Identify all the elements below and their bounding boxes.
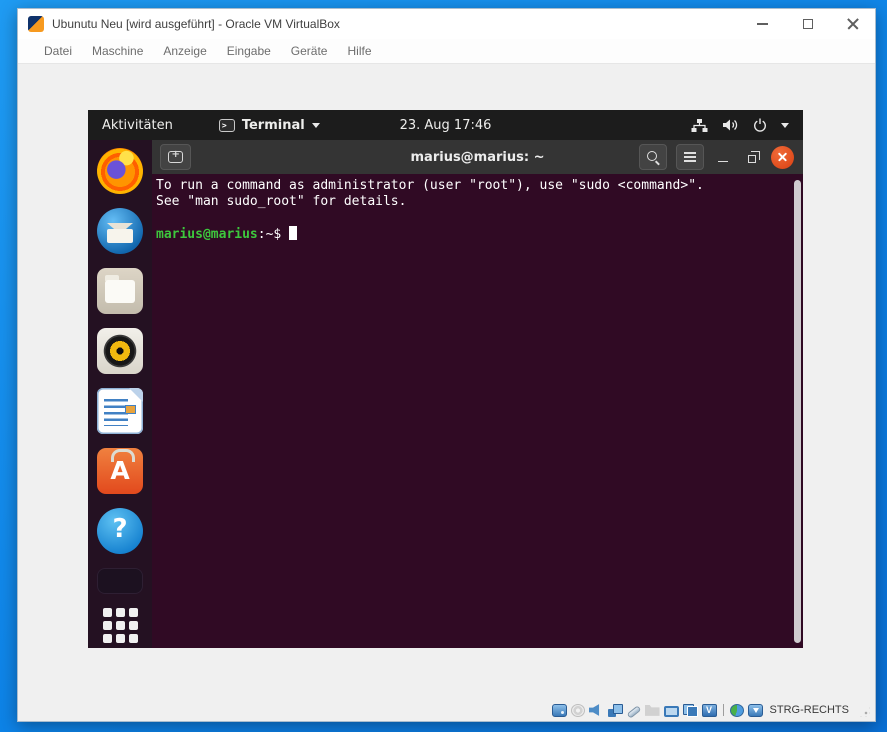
host-maximize-button[interactable] (785, 9, 830, 39)
chevron-down-icon (312, 123, 320, 128)
search-icon (647, 151, 660, 164)
new-tab-button[interactable] (160, 144, 191, 170)
minimize-icon (757, 23, 768, 25)
menu-maschine[interactable]: Maschine (82, 44, 153, 58)
terminal-prompt-line: marius@marius:~$ (156, 226, 789, 243)
dock-item-libreoffice-writer[interactable] (97, 388, 143, 434)
resize-grip[interactable] (859, 706, 870, 717)
menu-geraete[interactable]: Geräte (281, 44, 338, 58)
host-desktop-background: Ubunutu Neu [wird ausgeführt] - Oracle V… (0, 0, 887, 732)
mouse-integration-icon[interactable] (730, 704, 744, 717)
recording-icon[interactable] (683, 704, 698, 717)
new-tab-icon (168, 151, 183, 163)
host-statusbar: STRG-RECHTS (18, 699, 875, 721)
host-window-title: Ubunutu Neu [wird ausgeführt] - Oracle V… (52, 17, 340, 31)
close-icon (847, 18, 859, 30)
volume-icon (722, 118, 739, 132)
network-adapter-icon[interactable] (608, 704, 623, 717)
terminal-title: marius@marius: ~ (411, 150, 545, 165)
dock-item-hidden-app[interactable] (97, 568, 143, 594)
prompt-user-host: marius@marius (156, 227, 258, 242)
prompt-symbol: $ (273, 227, 281, 242)
terminal-search-button[interactable] (639, 144, 667, 170)
host-close-button[interactable] (830, 9, 875, 39)
vm-display[interactable]: Aktivitäten > Terminal 23. Aug 17:46 (88, 110, 803, 648)
prompt-separator: : (258, 227, 266, 242)
terminal-cursor (289, 226, 297, 240)
host-window-controls (740, 9, 875, 39)
app-menu-label: Terminal (242, 118, 305, 133)
vm-desktop: marius@marius: ~ (88, 140, 803, 648)
terminal-close-button[interactable] (771, 146, 794, 169)
dock-item-thunderbird[interactable] (97, 208, 143, 254)
show-applications-button[interactable] (103, 608, 138, 643)
app-grid-icon (103, 608, 112, 617)
ubuntu-dock (88, 140, 152, 648)
optical-drives-icon[interactable] (571, 704, 585, 717)
terminal-output-line: To run a command as administrator (user … (156, 178, 789, 194)
terminal-content[interactable]: To run a command as administrator (user … (152, 174, 803, 648)
terminal-scrollbar[interactable] (794, 180, 801, 643)
activities-button[interactable]: Aktivitäten (88, 118, 187, 133)
dock-item-files[interactable] (97, 268, 143, 314)
menu-eingabe[interactable]: Eingabe (217, 44, 281, 58)
terminal-minimize-button[interactable] (713, 144, 733, 170)
menu-datei[interactable]: Datei (34, 44, 82, 58)
hard-disks-icon[interactable] (552, 704, 567, 717)
host-menubar: Datei Maschine Anzeige Eingabe Geräte Hi… (18, 39, 875, 64)
writer-image-glyph (125, 405, 136, 414)
dock-item-firefox[interactable] (97, 148, 143, 194)
dock-item-rhythmbox[interactable] (97, 328, 143, 374)
menu-hilfe[interactable]: Hilfe (337, 44, 381, 58)
power-icon (753, 118, 767, 132)
terminal-controls (639, 144, 794, 170)
usb-devices-icon[interactable] (626, 705, 641, 718)
terminal-blank-line (156, 210, 789, 226)
maximize-icon (803, 19, 813, 29)
terminal-window: marius@marius: ~ (152, 140, 803, 648)
terminal-minimize-icon (718, 161, 728, 163)
menu-anzeige[interactable]: Anzeige (153, 44, 216, 58)
display-icon[interactable] (664, 706, 679, 717)
terminal-output-line: See "man sudo_root" for details. (156, 194, 789, 210)
virtualbox-logo-icon (28, 16, 44, 32)
statusbar-separator (723, 704, 724, 716)
dock-item-help[interactable] (97, 508, 143, 554)
gnome-top-bar: Aktivitäten > Terminal 23. Aug 17:46 (88, 110, 803, 140)
tray-chevron-down-icon (781, 123, 789, 128)
shared-folders-icon[interactable] (645, 704, 660, 717)
audio-icon[interactable] (589, 704, 604, 717)
network-wired-icon (691, 119, 708, 132)
vm-features-icon[interactable] (702, 704, 717, 717)
host-minimize-button[interactable] (740, 9, 785, 39)
dock-item-ubuntu-software[interactable] (97, 448, 143, 494)
clock-button[interactable]: 23. Aug 17:46 (400, 118, 492, 133)
system-tray[interactable] (691, 118, 803, 132)
terminal-app-icon: > (219, 119, 235, 132)
terminal-headerbar[interactable]: marius@marius: ~ (152, 140, 803, 174)
terminal-restore-button[interactable] (742, 144, 762, 170)
hamburger-icon (684, 156, 696, 158)
keyboard-capture-icon[interactable] (748, 704, 763, 717)
host-titlebar[interactable]: Ubunutu Neu [wird ausgeführt] - Oracle V… (18, 9, 875, 39)
terminal-restore-icon (748, 155, 756, 163)
virtualbox-window: Ubunutu Neu [wird ausgeführt] - Oracle V… (17, 8, 876, 722)
app-menu-terminal[interactable]: > Terminal (219, 118, 320, 133)
host-key-label: STRG-RECHTS (770, 704, 849, 716)
terminal-menu-button[interactable] (676, 144, 704, 170)
